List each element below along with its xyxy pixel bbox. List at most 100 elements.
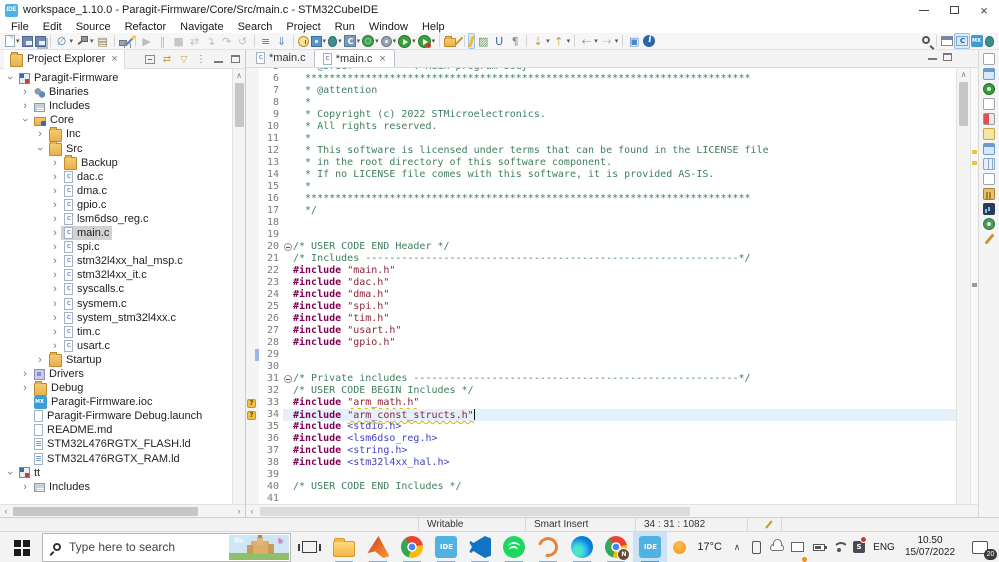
- explorer-vertical-scrollbar[interactable]: ∧: [232, 69, 245, 504]
- overview-warning-marker[interactable]: [972, 161, 977, 165]
- minimized-view-5-icon[interactable]: [983, 113, 995, 125]
- dropdown-caret-icon[interactable]: ▾: [393, 37, 397, 45]
- code-line-10[interactable]: 10 * All rights reserved.: [246, 121, 956, 133]
- show-whitespace-button[interactable]: ¶: [507, 33, 523, 49]
- disconnect-button[interactable]: ⇄: [187, 33, 203, 49]
- temperature-label[interactable]: 17°C: [691, 541, 728, 553]
- step-return-button[interactable]: ↺: [235, 33, 251, 49]
- menu-edit[interactable]: Edit: [36, 21, 69, 33]
- dropdown-caret-icon[interactable]: ▾: [412, 37, 416, 45]
- resume-button[interactable]: ▶: [139, 33, 155, 49]
- tree-expand-arrow-icon[interactable]: ›: [34, 354, 46, 366]
- skip-breakpoints-button[interactable]: ∅ ▾: [54, 33, 75, 49]
- tree-expand-arrow-icon[interactable]: ›: [19, 368, 31, 380]
- view-menu-icon[interactable]: ⋮: [195, 53, 207, 65]
- filter-icon[interactable]: ▽: [178, 53, 190, 65]
- tree-expand-arrow-icon[interactable]: ›: [49, 312, 61, 324]
- menu-navigate[interactable]: Navigate: [173, 21, 230, 33]
- code-line-25[interactable]: 25 #include "spi.h": [246, 301, 956, 313]
- tree-expand-arrow-icon[interactable]: ›: [49, 269, 61, 281]
- dropdown-caret-icon[interactable]: ▾: [375, 37, 379, 45]
- tree-item-inc[interactable]: › Inc: [0, 126, 245, 142]
- menu-window[interactable]: Window: [362, 21, 415, 33]
- minimized-view-1-icon[interactable]: [983, 53, 995, 65]
- scrollbar-up-arrow[interactable]: ∧: [957, 70, 970, 79]
- tree-item-spi-c[interactable]: › spi.c: [0, 240, 245, 254]
- minimized-view-10-icon[interactable]: [983, 188, 995, 200]
- tree-item-gpio-c[interactable]: › gpio.c: [0, 198, 245, 212]
- spotify-button[interactable]: [497, 532, 531, 562]
- tree-item-paragit-firmware-ioc[interactable]: Paragit-Firmware.ioc: [0, 395, 245, 409]
- screenshot-icon[interactable]: [787, 532, 808, 562]
- tree-item-src[interactable]: › Src: [0, 141, 245, 157]
- save-button[interactable]: [21, 33, 34, 49]
- code-line-34[interactable]: ? 34 #include "arm_const_structs.h": [246, 409, 956, 421]
- tree-item-readme-md[interactable]: README.md: [0, 423, 245, 437]
- code-line-8[interactable]: 8 *: [246, 97, 956, 109]
- tree-expand-arrow-icon[interactable]: ›: [19, 481, 31, 493]
- tree-item-debug[interactable]: › Debug: [0, 380, 245, 396]
- step-into-button[interactable]: ↴: [203, 33, 219, 49]
- scroll-right-arrow[interactable]: ›: [233, 505, 245, 517]
- tree-item-paragit-firmware-debug-launch[interactable]: Paragit-Firmware Debug.launch: [0, 409, 245, 423]
- tree-expand-arrow-icon[interactable]: ›: [49, 171, 61, 183]
- code-line-37[interactable]: 37 #include <string.h>: [246, 445, 956, 457]
- cubeide-active-button[interactable]: [633, 531, 668, 562]
- step-over-button[interactable]: ↷: [219, 33, 235, 49]
- tree-item-usart-c[interactable]: › usart.c: [0, 339, 245, 353]
- code-line-18[interactable]: 18: [246, 217, 956, 229]
- overview-marker[interactable]: [972, 283, 977, 287]
- tree-expand-arrow-icon[interactable]: ›: [49, 298, 61, 310]
- code-line-20[interactable]: 20 /* USER CODE END Header */: [246, 241, 956, 253]
- tree-item-main-c[interactable]: › main.c: [0, 226, 245, 241]
- run-button[interactable]: ▾: [397, 33, 417, 49]
- overview-warning-marker[interactable]: [972, 150, 977, 154]
- code-line-28[interactable]: 28 #include "gpio.h": [246, 337, 956, 349]
- code-line-7[interactable]: 7 * @attention: [246, 85, 956, 97]
- flash-program-button[interactable]: ⇓: [274, 33, 290, 49]
- code-line-14[interactable]: 14 * If no LICENSE file comes with this …: [246, 169, 956, 181]
- console-button[interactable]: ≡: [258, 33, 274, 49]
- tree-item-binaries[interactable]: › Binaries: [0, 85, 245, 99]
- scrollbar-thumb[interactable]: [260, 507, 690, 516]
- minimize-button[interactable]: [909, 0, 939, 20]
- new-editor-window-button[interactable]: ▣: [626, 33, 642, 49]
- editor-minimize-icon[interactable]: [928, 58, 937, 60]
- tree-expand-arrow-icon[interactable]: ›: [19, 86, 31, 98]
- scroll-left-arrow[interactable]: ‹: [246, 505, 258, 517]
- dropdown-caret-icon[interactable]: ▾: [567, 37, 571, 45]
- tree-item-stm32l4xx-hal-msp-c[interactable]: › stm32l4xx_hal_msp.c: [0, 254, 245, 268]
- wifi-icon[interactable]: [829, 532, 849, 562]
- arc-app-button[interactable]: [531, 532, 565, 562]
- tree-item-stm32l4xx-it-c[interactable]: › stm32l4xx_it.c: [0, 268, 245, 282]
- info-button[interactable]: [642, 33, 656, 49]
- tree-expand-arrow-icon[interactable]: ›: [49, 326, 61, 338]
- matlab-button[interactable]: [361, 532, 395, 562]
- perspective-debug-button[interactable]: [984, 33, 995, 49]
- build-button[interactable]: ▾: [74, 33, 95, 49]
- maximize-view-icon[interactable]: [229, 53, 241, 65]
- editor-maximize-icon[interactable]: [943, 53, 952, 61]
- code-line-41[interactable]: 41: [246, 493, 956, 504]
- code-line-29[interactable]: 29: [246, 349, 956, 361]
- tree-item-startup[interactable]: › Startup: [0, 352, 245, 368]
- tree-item-stm32l476rgtx-ram-ld[interactable]: STM32L476RGTX_RAM.ld: [0, 452, 245, 466]
- tree-expand-arrow-icon[interactable]: ›: [4, 467, 16, 479]
- fold-collapse-icon[interactable]: [284, 375, 292, 383]
- tree-item-tt[interactable]: › tt: [0, 466, 245, 480]
- code-line-32[interactable]: 32 /* USER CODE BEGIN Includes */: [246, 385, 956, 397]
- tree-expand-arrow-icon[interactable]: ›: [19, 382, 31, 394]
- dropdown-caret-icon[interactable]: ▾: [357, 37, 361, 45]
- tree-item-drivers[interactable]: › Drivers: [0, 367, 245, 381]
- file-explorer-button[interactable]: [327, 532, 361, 562]
- tree-expand-arrow-icon[interactable]: ›: [4, 72, 16, 84]
- start-button[interactable]: [0, 532, 42, 562]
- overview-ruler[interactable]: [970, 68, 978, 504]
- forward-button[interactable]: ⇢ ▾: [599, 33, 620, 49]
- write-occurrences-button[interactable]: ▨: [475, 33, 491, 49]
- minimized-view-9-icon[interactable]: [983, 173, 995, 185]
- scrollbar-thumb[interactable]: [13, 507, 198, 516]
- tree-item-paragit-firmware[interactable]: › Paragit-Firmware: [0, 71, 245, 85]
- tree-expand-arrow-icon[interactable]: ›: [34, 143, 46, 155]
- menu-search[interactable]: Search: [231, 21, 280, 33]
